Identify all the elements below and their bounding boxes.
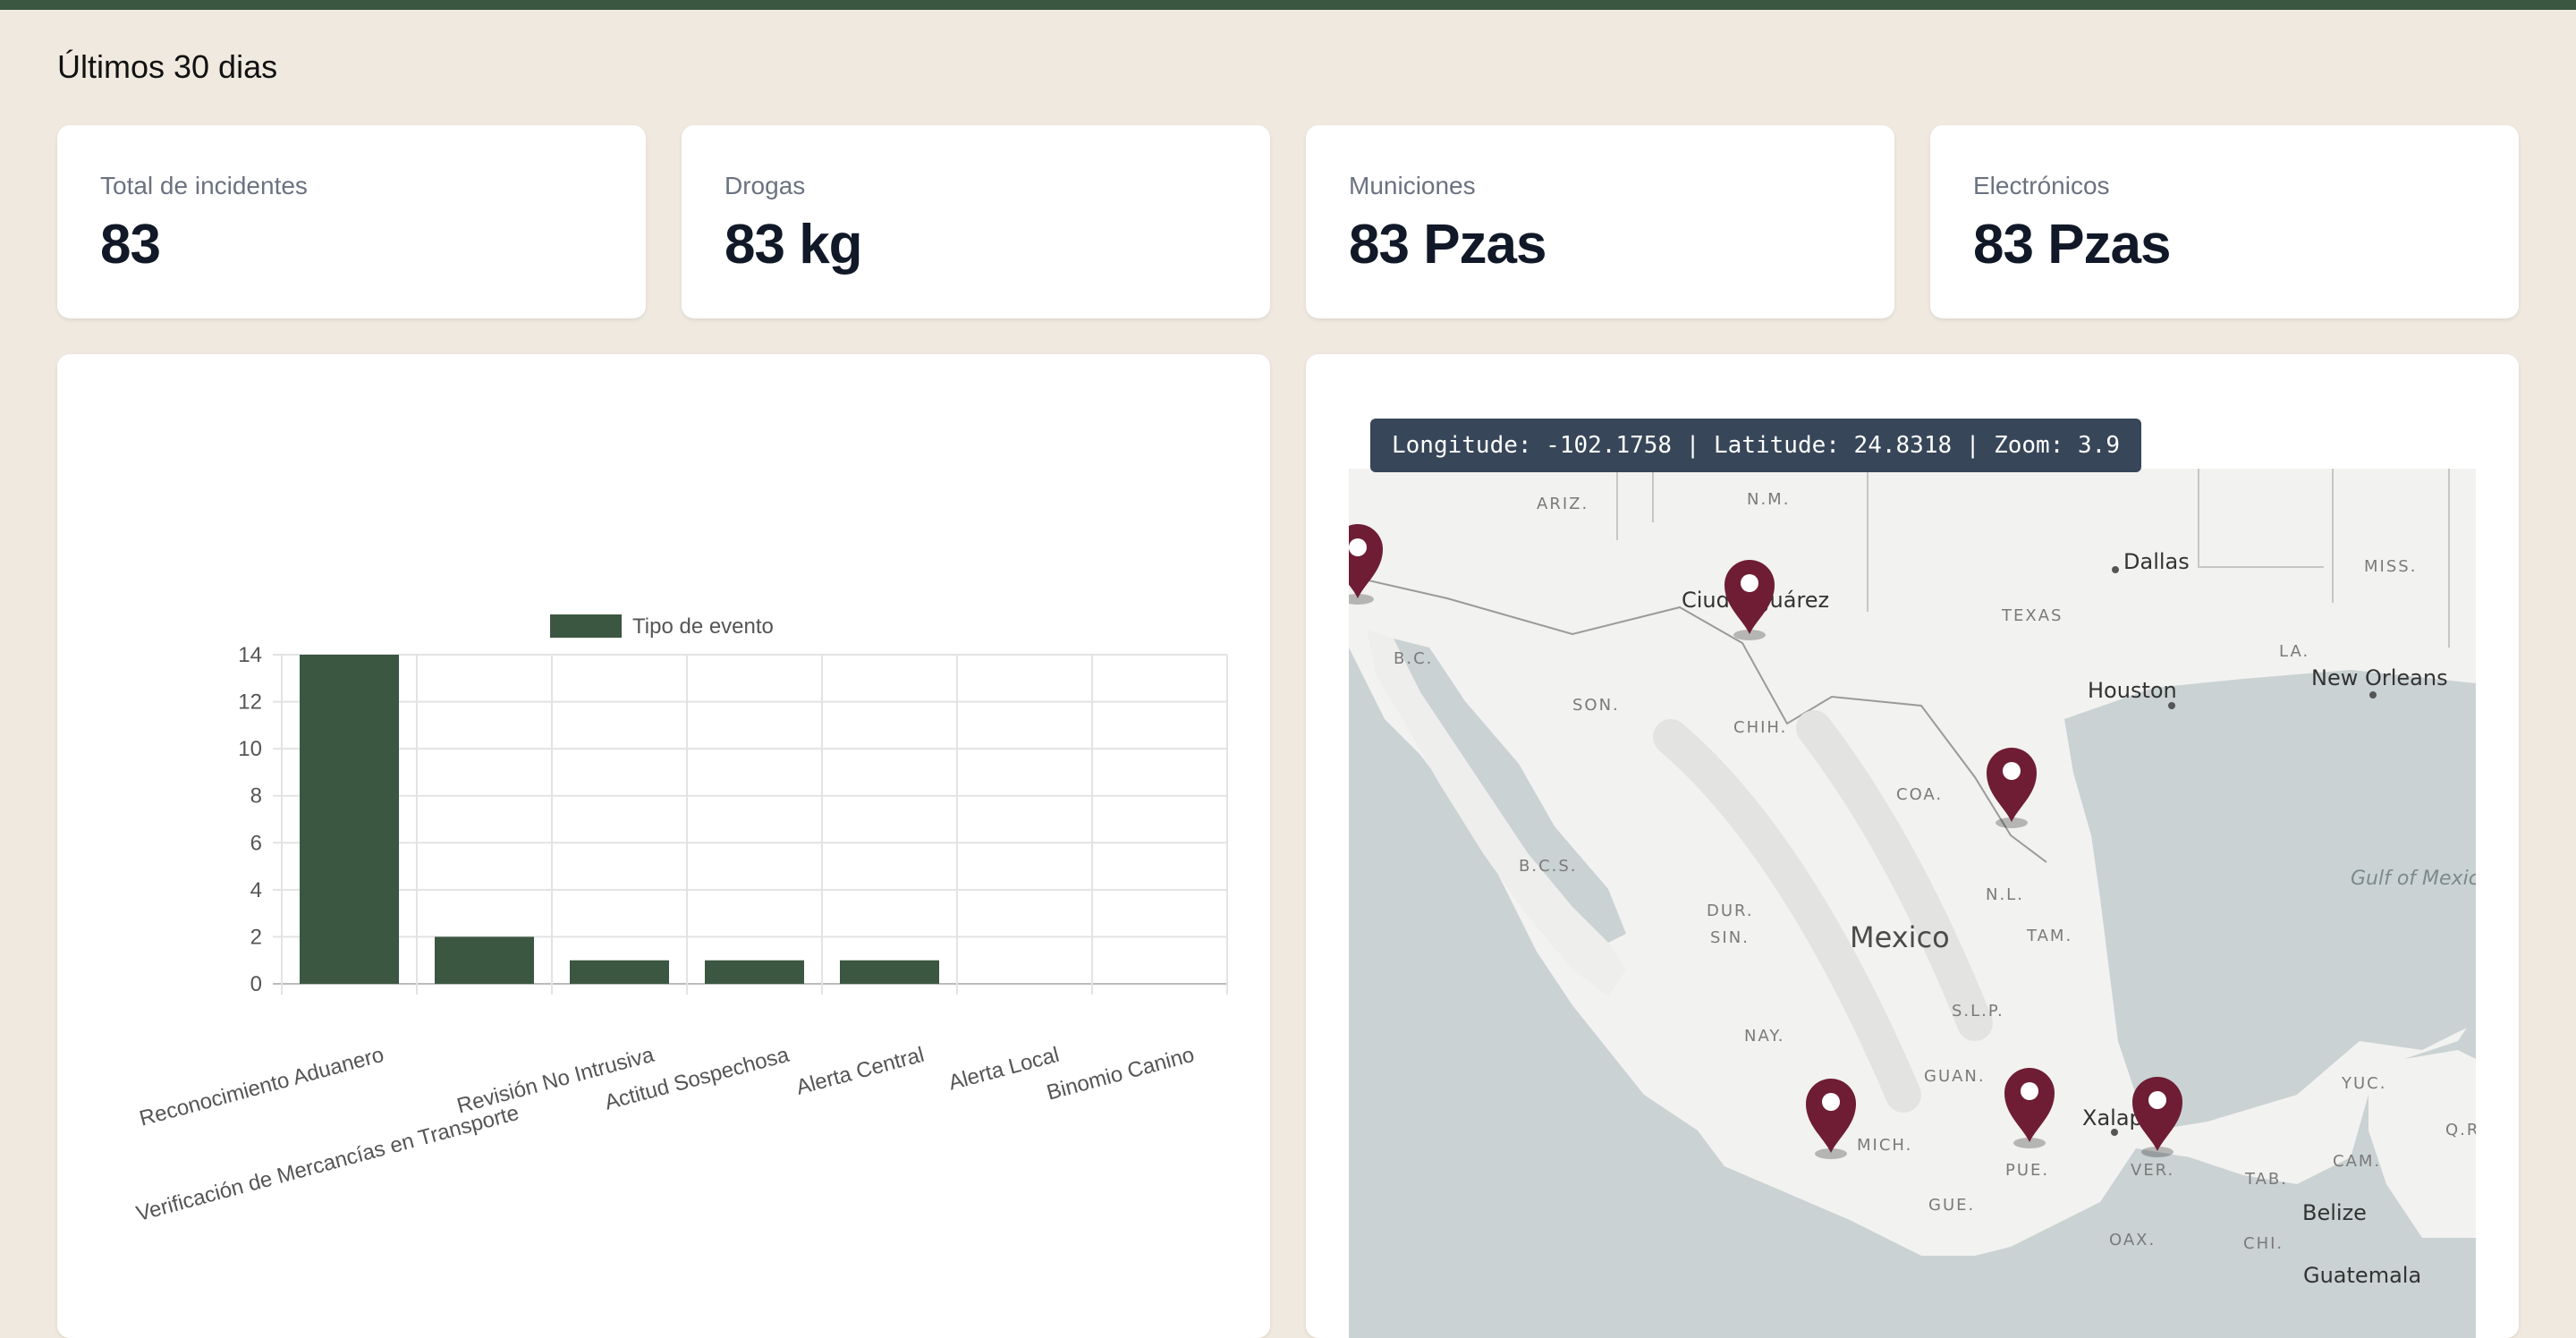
y-tick-label: 2 (250, 925, 262, 949)
state-label: NAY. (1744, 1027, 1784, 1046)
x-tick-label: Binomio Canino (1044, 1043, 1197, 1105)
state-label: TAM. (2026, 927, 2072, 945)
stat-value: 83 Pzas (1349, 214, 1547, 275)
state-label: LA. (2279, 642, 2309, 661)
state-label: DUR. (1707, 902, 1754, 920)
city-dot-new-orleans (2369, 691, 2377, 699)
state-label: Q.R. (2445, 1121, 2476, 1139)
city-dot-houston (2168, 702, 2175, 709)
stat-card-drugs: Drogas 83 kg (682, 125, 1270, 318)
state-label: COA. (1896, 785, 1943, 804)
y-tick-label: 10 (238, 737, 262, 761)
state-label: YUC. (2341, 1074, 2386, 1093)
bar (840, 960, 939, 984)
state-label: N.M. (1747, 490, 1790, 509)
state-label: PUE. (2005, 1161, 2049, 1180)
city-label-guatemala: Guatemala (2303, 1263, 2421, 1288)
state-label: CAM. (2333, 1152, 2381, 1171)
stat-card-electronics: Electrónicos 83 Pzas (1930, 125, 2519, 318)
state-label: MISS. (2364, 557, 2417, 576)
stat-label: Electrónicos (1973, 172, 2110, 199)
state-label: TEXAS (2001, 606, 2063, 625)
state-label: SIN. (1710, 928, 1750, 947)
stat-label: Municiones (1349, 172, 1476, 199)
x-tick-label: Reconocimiento Aduanero (137, 1043, 386, 1131)
state-label: GUAN. (1924, 1067, 1986, 1086)
state-label: B.C. (1394, 649, 1433, 668)
state-label: ARIZ. (1537, 495, 1589, 513)
period-title: Últimos 30 dias (57, 48, 278, 85)
state-label: CHI. (2243, 1234, 2284, 1253)
x-tick-label: Alerta Central (793, 1043, 927, 1100)
country-label-mexico: Mexico (1850, 920, 1950, 954)
y-tick-label: 8 (250, 784, 262, 809)
map-coordinates-readout: Longitude: -102.1758 | Latitude: 24.8318… (1370, 419, 2141, 472)
bar (435, 936, 534, 984)
state-label: N.L. (1986, 885, 2024, 904)
state-label: S.L.P. (1952, 1002, 2004, 1020)
y-tick-label: 6 (250, 831, 262, 855)
city-label-houston: Houston (2088, 678, 2177, 703)
stat-label: Drogas (724, 172, 806, 199)
state-label: MICH. (1857, 1136, 1912, 1155)
city-dot-dallas (2112, 566, 2119, 573)
city-label-belize: Belize (2302, 1200, 2367, 1225)
legend-swatch (550, 614, 622, 638)
bar (570, 960, 669, 984)
state-label: VER. (2131, 1161, 2174, 1180)
bar (705, 960, 804, 984)
incident-map-panel: Longitude: -102.1758 | Latitude: 24.8318… (1306, 354, 2519, 1338)
stat-value: 83 kg (724, 214, 863, 275)
incident-map[interactable]: Dallas Houston New Orleans Ciudad Juárez… (1349, 469, 2476, 1338)
stat-label: Total de incidentes (100, 172, 308, 199)
y-tick-label: 4 (250, 878, 262, 902)
x-tick-label: Alerta Local (946, 1043, 1062, 1096)
x-tick-label: Verificación de Mercancías en Transporte (134, 1101, 522, 1226)
legend-label: Tipo de evento (632, 614, 774, 639)
event-type-bar-chart: 0 2 4 6 8 10 12 14 Tipo de evento Reconocimiento … (134, 614, 1228, 1226)
y-tick-label: 12 (238, 690, 262, 715)
state-label: OAX. (2109, 1231, 2156, 1249)
y-tick-label: 14 (238, 643, 262, 667)
state-label: B.C.S. (1519, 857, 1578, 876)
event-type-chart-panel: 0 2 4 6 8 10 12 14 Tipo de evento Reconocimiento … (57, 354, 1270, 1338)
state-label: TAB. (2244, 1170, 2288, 1189)
city-label-dallas: Dallas (2123, 549, 2190, 574)
water-label-gulf-of-mexico: Gulf of Mexico (2351, 868, 2476, 890)
y-tick-label: 0 (250, 972, 262, 996)
state-label: SON. (1572, 696, 1620, 715)
state-label: GUE. (1928, 1196, 1975, 1215)
stat-value: 83 Pzas (1973, 214, 2172, 275)
bar (300, 655, 399, 984)
top-accent-bar (0, 0, 2576, 10)
stat-card-ammunition: Municiones 83 Pzas (1306, 125, 1894, 318)
city-label-new-orleans: New Orleans (2311, 665, 2448, 690)
stat-value: 83 (100, 214, 161, 275)
state-label: CHIH. (1733, 718, 1787, 737)
stat-card-total-incidents: Total de incidentes 83 (57, 125, 646, 318)
map-canvas[interactable]: Dallas Houston New Orleans Ciudad Juárez… (1349, 469, 2476, 1338)
